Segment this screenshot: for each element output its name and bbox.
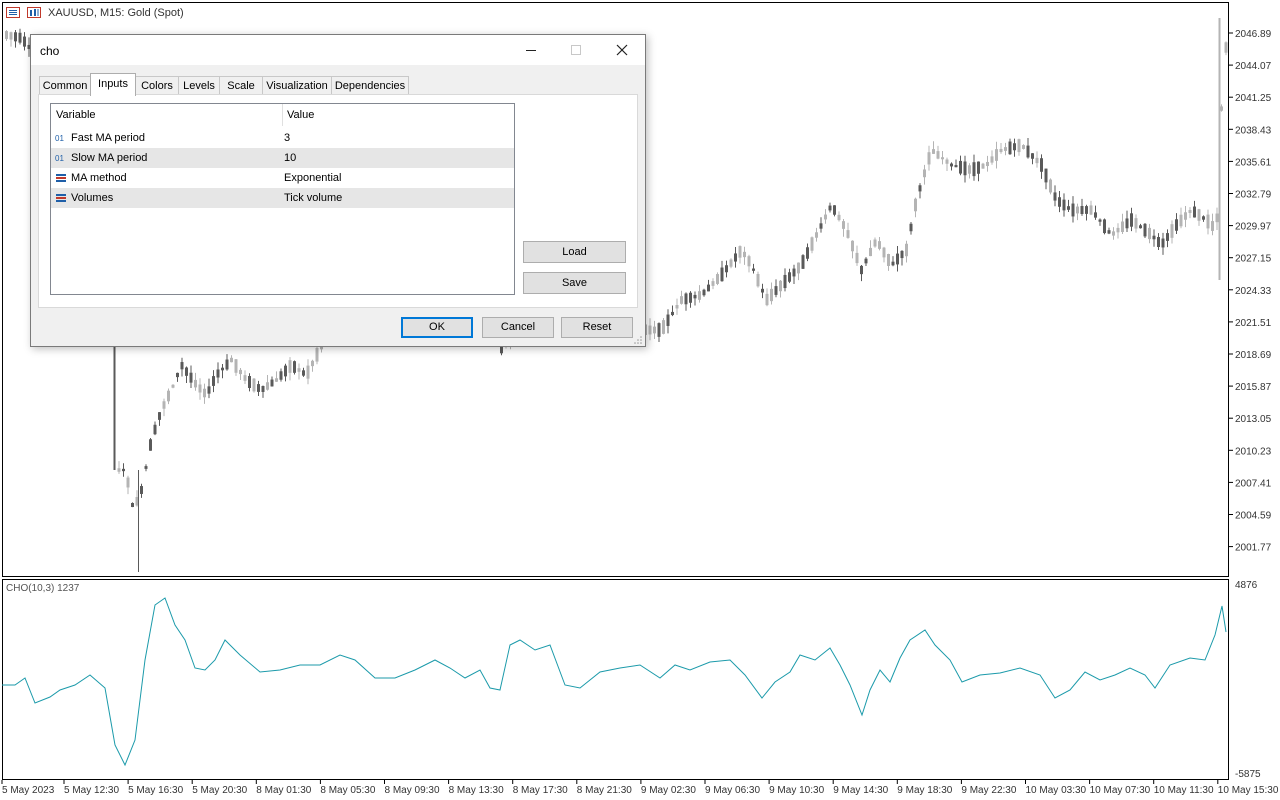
variable-name: Fast MA period bbox=[71, 132, 145, 144]
tab-common[interactable]: Common bbox=[39, 76, 91, 95]
time-label: 8 May 01:30 bbox=[256, 785, 311, 796]
time-label: 9 May 06:30 bbox=[705, 785, 760, 796]
close-icon bbox=[616, 44, 628, 55]
reset-button[interactable]: Reset bbox=[561, 317, 633, 338]
variable-name: Volumes bbox=[71, 192, 114, 204]
price-axis: 2046.89 2044.07 2041.25 2038.43 2035.61 2032.… bbox=[1229, 29, 1272, 554]
resize-grip-icon[interactable] bbox=[633, 335, 643, 345]
variable-name: MA method bbox=[71, 172, 127, 184]
time-label: 5 May 12:30 bbox=[64, 785, 119, 796]
minimize-icon bbox=[526, 49, 536, 51]
variable-value[interactable]: Exponential bbox=[284, 168, 342, 188]
enum-icon bbox=[56, 174, 66, 182]
price-label: 2041.25 bbox=[1235, 93, 1272, 104]
price-label: 2027.15 bbox=[1235, 254, 1272, 265]
tab-dependencies[interactable]: Dependencies bbox=[331, 76, 409, 95]
price-label: 2035.61 bbox=[1235, 157, 1272, 168]
maximize-icon bbox=[571, 44, 581, 55]
time-label: 9 May 22:30 bbox=[961, 785, 1016, 796]
time-label: 10 May 07:30 bbox=[1090, 785, 1151, 796]
input-row[interactable]: Volumes Tick volume bbox=[51, 188, 514, 208]
price-label: 2001.77 bbox=[1235, 543, 1272, 554]
cancel-button[interactable]: Cancel bbox=[482, 317, 554, 338]
minimize-button[interactable] bbox=[508, 35, 554, 65]
indicator-properties-dialog: cho Common Inputs Colors Levels Scale Vi… bbox=[30, 34, 646, 347]
chart-list-icon[interactable] bbox=[6, 7, 20, 18]
integer-icon: 01 bbox=[55, 134, 64, 143]
dialog-titlebar[interactable]: cho bbox=[31, 35, 645, 65]
time-label: 9 May 02:30 bbox=[641, 785, 696, 796]
input-row[interactable]: 01 Fast MA period 3 bbox=[51, 128, 514, 148]
column-header-value[interactable]: Value bbox=[282, 104, 514, 126]
time-label: 8 May 09:30 bbox=[385, 785, 440, 796]
price-label: 2021.51 bbox=[1235, 318, 1272, 329]
tab-visualization[interactable]: Visualization bbox=[262, 76, 332, 95]
price-label: 2004.59 bbox=[1235, 511, 1272, 522]
cho-indicator-line bbox=[2, 597, 1227, 767]
tab-scale[interactable]: Scale bbox=[219, 76, 263, 95]
svg-text:01: 01 bbox=[55, 134, 64, 143]
price-label: 2015.87 bbox=[1235, 382, 1272, 393]
indicator-min-label: -5875 bbox=[1235, 769, 1261, 780]
time-axis: 5 May 2023 5 May 12:30 5 May 16:30 5 May 20… bbox=[1, 780, 1279, 796]
variable-value[interactable]: 3 bbox=[284, 128, 290, 148]
time-label: 8 May 17:30 bbox=[513, 785, 568, 796]
symbol-title: XAUUSD, M15: Gold (Spot) bbox=[48, 7, 184, 19]
price-label: 2013.05 bbox=[1235, 414, 1272, 425]
price-label: 2018.69 bbox=[1235, 350, 1272, 361]
time-label: 8 May 05:30 bbox=[320, 785, 375, 796]
indicator-title: CHO(10,3) 1237 bbox=[6, 583, 80, 594]
variable-name: Slow MA period bbox=[71, 152, 148, 164]
time-label: 5 May 20:30 bbox=[192, 785, 247, 796]
load-button[interactable]: Load bbox=[523, 241, 626, 263]
variable-value[interactable]: Tick volume bbox=[284, 188, 342, 208]
time-label: 9 May 18:30 bbox=[897, 785, 952, 796]
price-label: 2024.33 bbox=[1235, 286, 1272, 297]
price-label: 2010.23 bbox=[1235, 446, 1272, 457]
variable-value[interactable]: 10 bbox=[284, 148, 296, 168]
inputs-tab-panel: Variable Value 01 Fast MA period 3 01 Sl… bbox=[38, 94, 638, 308]
tab-inputs[interactable]: Inputs bbox=[90, 73, 136, 96]
tab-levels[interactable]: Levels bbox=[178, 76, 220, 95]
input-row[interactable]: 01 Slow MA period 10 bbox=[51, 148, 514, 168]
time-label: 10 May 15:30 bbox=[1218, 785, 1279, 796]
time-label: 9 May 10:30 bbox=[769, 785, 824, 796]
ok-button[interactable]: OK bbox=[401, 317, 473, 338]
column-header-variable[interactable]: Variable bbox=[51, 104, 282, 126]
time-label: 9 May 14:30 bbox=[833, 785, 888, 796]
time-label: 5 May 16:30 bbox=[128, 785, 183, 796]
inputs-grid[interactable]: Variable Value 01 Fast MA period 3 01 Sl… bbox=[50, 103, 515, 295]
time-label: 10 May 11:30 bbox=[1154, 785, 1214, 796]
input-row[interactable]: MA method Exponential bbox=[51, 168, 514, 188]
price-label: 2038.43 bbox=[1235, 125, 1272, 136]
price-label: 2007.41 bbox=[1235, 478, 1272, 489]
enum-icon bbox=[56, 194, 66, 202]
dialog-title: cho bbox=[40, 44, 60, 58]
save-button[interactable]: Save bbox=[523, 272, 626, 294]
close-button[interactable] bbox=[599, 35, 645, 65]
tab-colors[interactable]: Colors bbox=[135, 76, 179, 95]
price-label: 2029.97 bbox=[1235, 222, 1272, 233]
time-label: 8 May 13:30 bbox=[449, 785, 504, 796]
integer-icon: 01 bbox=[55, 154, 64, 163]
time-label: 10 May 03:30 bbox=[1026, 785, 1087, 796]
indicator-chart-icon[interactable] bbox=[27, 7, 41, 18]
price-label: 2044.07 bbox=[1235, 61, 1272, 72]
indicator-max-label: 4876 bbox=[1235, 580, 1258, 591]
time-label: 8 May 21:30 bbox=[577, 785, 632, 796]
time-label: 5 May 2023 bbox=[2, 785, 55, 796]
maximize-button[interactable] bbox=[553, 35, 599, 65]
svg-text:01: 01 bbox=[55, 154, 64, 163]
price-label: 2046.89 bbox=[1235, 29, 1272, 40]
price-label: 2032.79 bbox=[1235, 190, 1272, 201]
